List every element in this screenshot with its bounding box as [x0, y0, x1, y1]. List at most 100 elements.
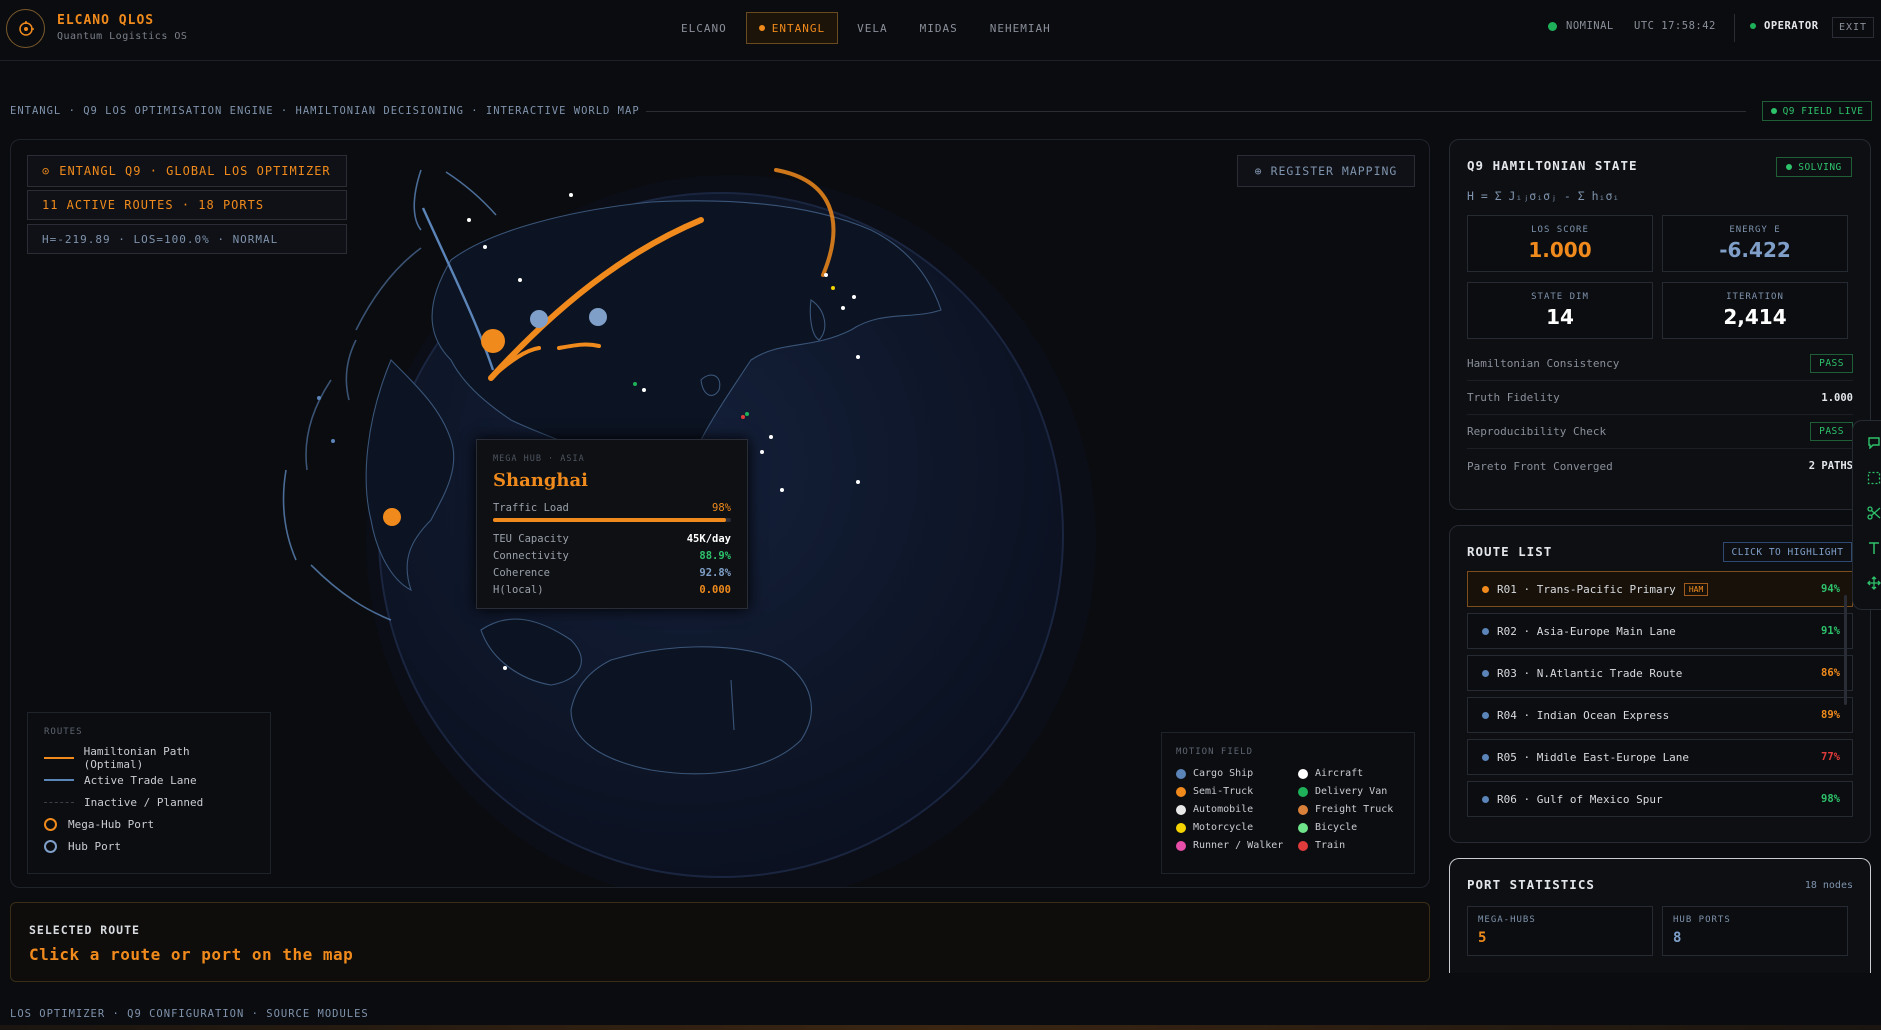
check-row: Hamiltonian Consistency PASS [1467, 347, 1853, 381]
check-value: 2 PATHS [1808, 460, 1853, 472]
route-row[interactable]: R06 · Gulf of Mexico Spur 98% [1467, 781, 1853, 817]
footer-links[interactable]: LOS OPTIMIZER · Q9 CONFIGURATION · SOURC… [10, 1008, 369, 1020]
divider [1734, 14, 1735, 42]
tooltip-stats: TEU Capacity 45K/day Connectivity 88.9% Cohe… [493, 530, 731, 598]
check-row: Pareto Front Converged 2 PATHS [1467, 449, 1853, 483]
route-label: R03 · N.Atlantic Trade Route [1497, 666, 1683, 680]
status-dot-icon [1548, 21, 1557, 31]
exit-button[interactable]: EXIT [1832, 17, 1874, 38]
tooltip-stat-label: Coherence [493, 566, 550, 579]
nav-vela[interactable]: VELA [844, 12, 901, 44]
tooltip-stat-row: H(local) 0.000 [493, 581, 731, 598]
route-dot-icon [1482, 585, 1489, 593]
traffic-load-row: Traffic Load 98% [493, 499, 731, 516]
check-row: Reproducibility Check PASS [1467, 415, 1853, 449]
optimizer-title-box: ⊙ ENTANGL Q9 · GLOBAL LOS OPTIMIZER [27, 155, 347, 187]
route-row[interactable]: R03 · N.Atlantic Trade Route 86% [1467, 655, 1853, 691]
hamiltonian-panel: Q9 HAMILTONIAN STATE SOLVING H = Σ Jᵢⱼσᵢ… [1449, 139, 1871, 510]
port-stat-cells: MEGA-HUBS 5 HUB PORTS 8 [1467, 906, 1853, 956]
legend-ring-icon [44, 817, 57, 831]
field-live-badge: Q9 FIELD LIVE [1762, 101, 1872, 121]
metric-card: STATE DIM 14 [1467, 282, 1653, 339]
user-label: OPERATOR [1764, 20, 1819, 32]
motion-field-item: Motorcycle [1176, 821, 1298, 834]
select-area-icon[interactable] [1867, 471, 1881, 485]
top-bar: ELCANO QLOS Quantum Logistics OS ELCANO … [0, 0, 1881, 61]
tooltip-stat-row: Coherence 92.8% [493, 564, 731, 581]
route-score: 91% [1821, 625, 1840, 637]
motion-field-item: Runner / Walker [1176, 839, 1298, 852]
app-subtitle: Quantum Logistics OS [57, 31, 188, 42]
port-hub[interactable] [530, 310, 548, 328]
route-dot-icon [1482, 711, 1489, 719]
port-mega-hub[interactable] [383, 508, 401, 526]
route-row[interactable]: R02 · Asia-Europe Main Lane 91% [1467, 613, 1853, 649]
text-icon[interactable] [1867, 541, 1881, 555]
motion-field-item: Aircraft [1298, 767, 1420, 780]
motion-field-item: Freight Truck [1298, 803, 1420, 816]
world-map-panel[interactable]: ⊙ ENTANGL Q9 · GLOBAL LOS OPTIMIZER 11 AC… [10, 139, 1430, 888]
route-row[interactable]: R01 · Trans-Pacific Primary HAM 94% [1467, 571, 1853, 607]
motion-dot-icon [1298, 786, 1308, 797]
route-label: R04 · Indian Ocean Express [1497, 708, 1670, 722]
move-icon[interactable] [1867, 576, 1881, 590]
hamiltonian-formula: H = Σ Jᵢⱼσᵢσⱼ - Σ hᵢσᵢ [1467, 189, 1620, 203]
nav-elcano[interactable]: ELCANO [668, 12, 740, 44]
click-to-highlight-button[interactable]: CLICK TO HIGHLIGHT [1723, 542, 1852, 562]
nav-nehemiah[interactable]: NEHEMIAH [977, 12, 1064, 44]
route-label: R02 · Asia-Europe Main Lane [1497, 624, 1676, 638]
motion-dot-icon [1176, 786, 1186, 797]
port-stat-value: 5 [1478, 930, 1487, 946]
register-mapping-button[interactable]: ⊕ REGISTER MAPPING [1237, 155, 1415, 187]
app-logo-icon [6, 9, 45, 48]
breadcrumb-divider [646, 111, 1746, 112]
motion-field-title: MOTION FIELD [1176, 747, 1254, 757]
route-row[interactable]: R05 · Middle East-Europe Lane 77% [1467, 739, 1853, 775]
route-score: 77% [1821, 751, 1840, 763]
utc-clock: UTC 17:58:42 [1634, 20, 1716, 32]
legend-items: Hamiltonian Path (Optimal) Active Trade L… [44, 745, 254, 857]
motion-field-label: Aircraft [1315, 768, 1364, 779]
route-list-scrollbar[interactable] [1844, 595, 1847, 705]
metric-card: LOS SCORE 1.000 [1467, 215, 1653, 272]
motion-field-item: Train [1298, 839, 1420, 852]
port-stats-title: PORT STATISTICS [1467, 877, 1595, 892]
system-status-label: NOMINAL [1566, 20, 1614, 32]
pass-badge: PASS [1810, 422, 1853, 441]
route-label: R06 · Gulf of Mexico Spur [1497, 792, 1663, 806]
traffic-load-fill [493, 518, 727, 522]
port-stat-value: 8 [1673, 930, 1682, 946]
nav-midas[interactable]: MIDAS [907, 12, 971, 44]
main-nav: ELCANO ENTANGL VELA MIDAS NEHEMIAH [668, 12, 1064, 44]
legend-item: Hamiltonian Path (Optimal) [44, 745, 254, 771]
route-row[interactable]: R04 · Indian Ocean Express 89% [1467, 697, 1853, 733]
tooltip-stat-value: 45K/day [686, 532, 731, 545]
motion-dot-icon [1298, 822, 1308, 833]
check-value: 1.000 [1821, 391, 1853, 404]
check-label: Pareto Front Converged [1467, 459, 1613, 473]
metrics-summary: H=-219.89 · LOS=100.0% · NORMAL [27, 224, 347, 254]
route-label: R01 · Trans-Pacific Primary [1497, 582, 1676, 596]
active-dot-icon [758, 25, 765, 31]
legend-item: Mega-Hub Port [44, 813, 254, 835]
legend-label: Active Trade Lane [84, 773, 197, 787]
crosshair-icon: ⊕ [1254, 164, 1263, 178]
port-stat-label: HUB PORTS [1673, 915, 1731, 925]
port-shanghai[interactable] [481, 329, 505, 353]
route-tag: HAM [1683, 582, 1709, 596]
port-hub[interactable] [589, 308, 607, 326]
selected-route-value: Click a route or port on the map [29, 945, 354, 964]
target-icon: ⊙ [42, 164, 51, 178]
route-list: R01 · Trans-Pacific Primary HAM 94% R02 · A… [1467, 571, 1853, 817]
port-statistics-panel: PORT STATISTICS 18 nodes MEGA-HUBS 5 HUB P… [1449, 858, 1871, 973]
route-list-panel: ROUTE LIST CLICK TO HIGHLIGHT R01 · Tran… [1449, 525, 1871, 843]
scissors-icon[interactable] [1867, 506, 1881, 520]
nav-entangl[interactable]: ENTANGL [745, 12, 839, 44]
metric-value: 1.000 [1528, 238, 1592, 262]
chat-bubble-icon[interactable] [1867, 435, 1881, 450]
motion-field-label: Automobile [1193, 804, 1254, 815]
user-badge: OPERATOR [1750, 20, 1819, 32]
tooltip-stat-value: 92.8% [699, 566, 731, 579]
user-status-dot-icon [1750, 23, 1756, 29]
tooltip-stat-value: 0.000 [699, 583, 731, 596]
